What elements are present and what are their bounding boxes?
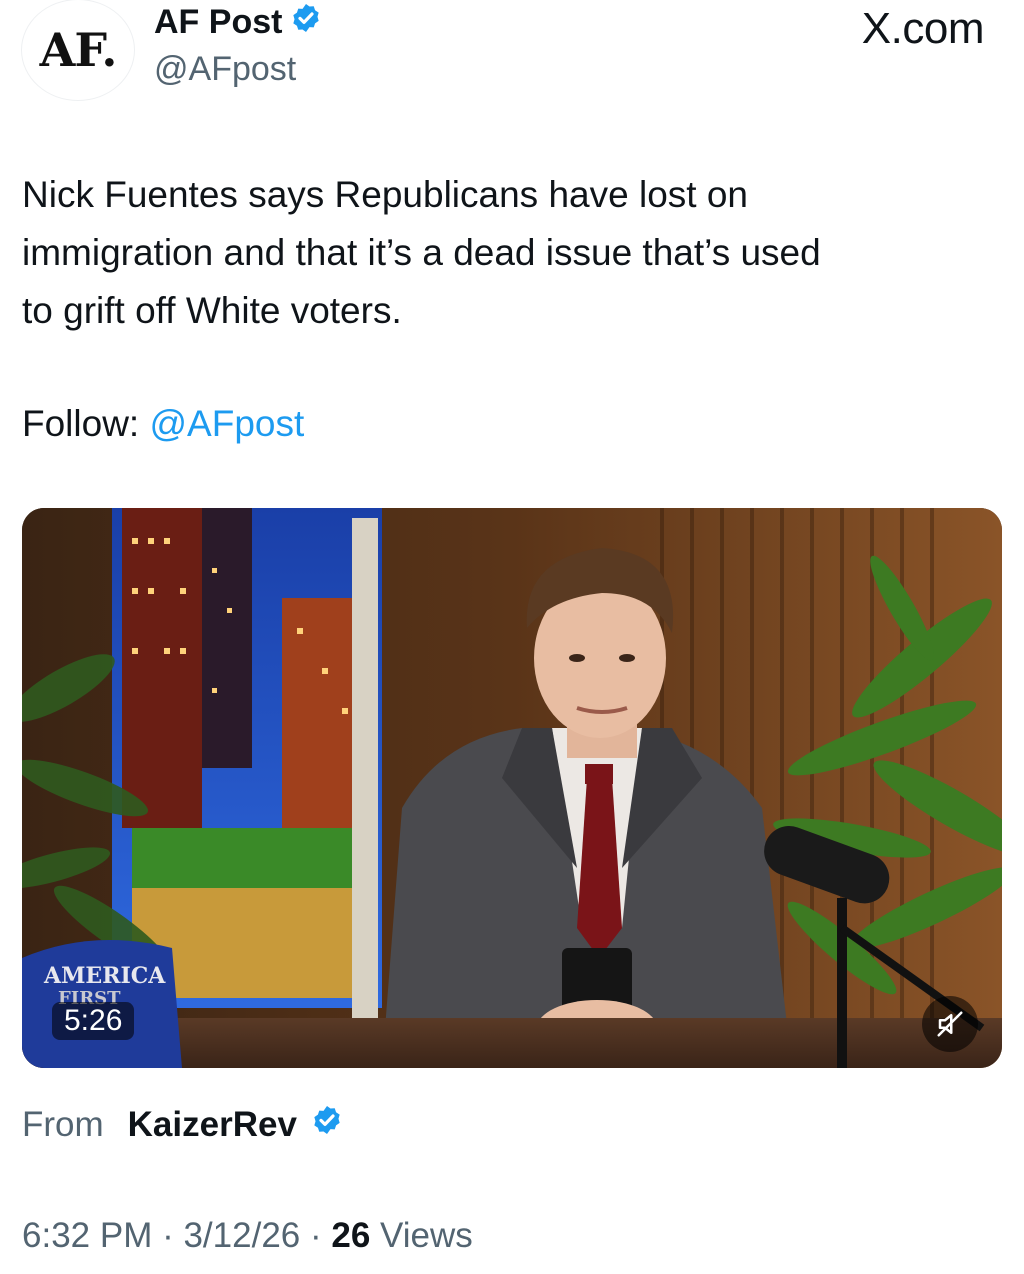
follow-handle-link[interactable]: @AFpost [149, 403, 304, 444]
video-player[interactable]: AMERICA FIRST 5:26 [22, 508, 1002, 1068]
verified-badge-icon [290, 2, 322, 43]
tweet-meta: 6:32 PM · 3/12/26 · 26 Views [22, 1216, 473, 1256]
source-account-link[interactable]: KaizerRev [128, 1105, 297, 1145]
speaker-muted-icon [937, 1011, 963, 1037]
avatar[interactable]: AF. [22, 0, 134, 100]
meta-separator: · [300, 1216, 332, 1255]
hat-text-america: AMERICA [43, 963, 166, 989]
views-count[interactable]: 26 [331, 1216, 370, 1255]
tweet-date[interactable]: 3/12/26 [183, 1216, 300, 1255]
tweet-text: Nick Fuentes says Republicans have lost … [22, 174, 821, 331]
handle[interactable]: @AFpost [154, 50, 296, 89]
avatar-logo-text: AF. [39, 23, 118, 77]
meta-separator: · [152, 1216, 184, 1255]
tweet-time[interactable]: 6:32 PM [22, 1216, 152, 1255]
follow-line: Follow: @AFpost [22, 398, 304, 450]
follow-label: Follow: [22, 403, 150, 444]
video-duration: 5:26 [52, 1002, 135, 1040]
site-watermark: X.com [861, 4, 985, 53]
display-name-text: AF Post [154, 3, 283, 41]
display-name[interactable]: AF Post [154, 2, 322, 43]
from-label: From [22, 1104, 104, 1144]
video-frame: AMERICA FIRST [22, 508, 1002, 1068]
source-attribution: From KaizerRev [22, 1104, 343, 1145]
verified-badge-icon [311, 1104, 343, 1145]
views-label: Views [370, 1216, 473, 1255]
mute-button[interactable] [922, 996, 978, 1052]
